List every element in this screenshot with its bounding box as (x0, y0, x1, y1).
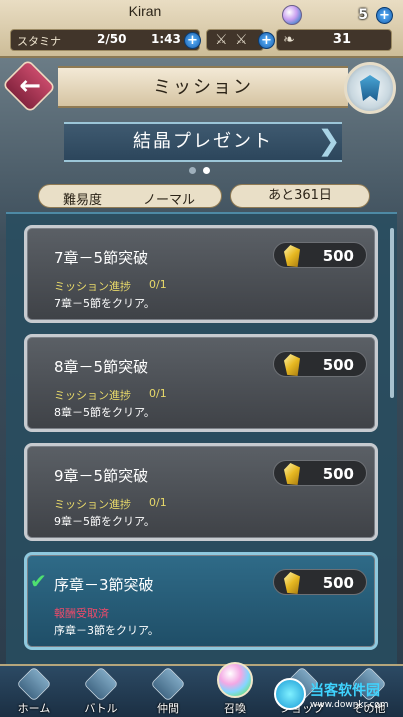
next-event-arrow-icon[interactable]: ❯ (314, 122, 344, 162)
crystal-icon (284, 245, 300, 267)
mission-title: 7章－5節突破 (54, 249, 149, 267)
mission-description: 7章－5節をクリア。 (54, 297, 155, 310)
page-title: ミッション (58, 66, 348, 108)
watermark: 当客软件园 www.downkr.com (270, 676, 403, 716)
reward-amount: 500 (322, 247, 354, 265)
event-title: 結晶プレゼント (64, 122, 342, 162)
battle-icon (83, 666, 119, 702)
summon-orb-icon (217, 662, 253, 698)
progress-label: ミッション進捗 (54, 280, 131, 293)
nav-allies-label: 仲間 (157, 702, 179, 715)
mission-card[interactable]: 8章－5節突破 500 ミッション進捗 0/1 8章－5節をクリア。 (24, 334, 378, 432)
stamina-label: スタミナ (17, 35, 61, 48)
nav-allies[interactable]: 仲間 (134, 666, 202, 717)
difficulty-value: ノーマル (143, 193, 196, 208)
reward-amount: 500 (322, 574, 354, 592)
reward-amount: 500 (322, 465, 354, 483)
duel-swords-meter: ⚔ ⚔ (206, 29, 264, 51)
sword-icon: ⚔ (235, 32, 248, 48)
add-orbs-button[interactable]: + (376, 7, 393, 24)
scrollbar[interactable] (390, 228, 394, 398)
check-icon: ✔ (30, 569, 47, 593)
mission-card-completed[interactable]: ✔ 序章－3節突破 500 報酬受取済 序章－3節をクリア。 (24, 552, 378, 650)
nav-summon-label: 召喚 (224, 702, 246, 715)
home-icon (16, 666, 52, 702)
progress-value: 0/1 (149, 278, 167, 291)
progress-label: ミッション進捗 (54, 389, 131, 402)
feather-counter: ❧ 31 (276, 29, 392, 51)
watermark-text: 当客软件园 (310, 683, 380, 699)
orb-icon (282, 5, 302, 25)
mission-card[interactable]: 7章－5節突破 500 ミッション進捗 0/1 7章－5節をクリア。 (24, 225, 378, 323)
nav-summon[interactable]: 召喚 (201, 662, 269, 717)
nav-home-label: ホーム (17, 702, 51, 715)
progress-label: ミッション進捗 (54, 498, 131, 511)
nav-home[interactable]: ホーム (0, 666, 68, 717)
progress-value: 0/1 (149, 387, 167, 400)
sword-icon: ⚔ (215, 32, 228, 48)
reward-badge: 500 (273, 351, 367, 377)
crest-icon (360, 75, 380, 101)
reward-amount: 500 (322, 356, 354, 374)
reward-badge: 500 (273, 242, 367, 268)
allies-icon (150, 666, 186, 702)
crystal-icon (284, 354, 300, 376)
feather-count: 31 (332, 32, 351, 47)
difficulty-bar: 難易度 ノーマル (38, 184, 222, 208)
mission-title: 9章－5節突破 (54, 467, 149, 485)
remaining-days: あと361日 (230, 184, 370, 208)
stamina-timer: 1:43 (151, 32, 181, 46)
mission-description: 9章－5節をクリア。 (54, 515, 155, 528)
page-dot (189, 167, 196, 174)
progress-value: 0/1 (149, 496, 167, 509)
mission-title: 序章－3節突破 (54, 576, 154, 594)
crystal-icon (284, 572, 300, 594)
stamina-meter: スタミナ 2/50 1:43 (10, 29, 200, 51)
page-dot-active (203, 167, 210, 174)
reward-claimed-label: 報酬受取済 (54, 607, 109, 620)
page-indicator (189, 167, 215, 175)
add-swords-button[interactable]: + (258, 32, 275, 49)
reward-badge: 500 (273, 569, 367, 595)
difficulty-label: 難易度 (63, 193, 103, 208)
stamina-value: 2/50 (97, 32, 127, 46)
back-arrow-icon[interactable]: ← (10, 68, 50, 104)
nav-battle[interactable]: バトル (67, 666, 135, 717)
mission-description: 序章－3節をクリア。 (54, 624, 159, 637)
feather-icon: ❧ (283, 32, 295, 48)
mission-title: 8章－5節突破 (54, 358, 149, 376)
crest-button[interactable] (344, 62, 396, 114)
player-name: Kiran (128, 3, 162, 19)
watermark-url: www.downkr.com (310, 700, 389, 710)
mission-card[interactable]: 9章－5節突破 500 ミッション進捗 0/1 9章－5節をクリア。 (24, 443, 378, 541)
add-stamina-button[interactable]: + (184, 32, 201, 49)
watermark-logo-icon (274, 678, 306, 710)
orb-counter: 5 + (282, 5, 394, 27)
nav-battle-label: バトル (84, 702, 118, 715)
mission-description: 8章－5節をクリア。 (54, 406, 155, 419)
reward-badge: 500 (273, 460, 367, 486)
orb-count: 5 (358, 7, 368, 23)
crystal-icon (284, 463, 300, 485)
status-bar: Kiran 5 + スタミナ 2/50 1:43 + ⚔ ⚔ + ❧ 31 (0, 0, 403, 58)
